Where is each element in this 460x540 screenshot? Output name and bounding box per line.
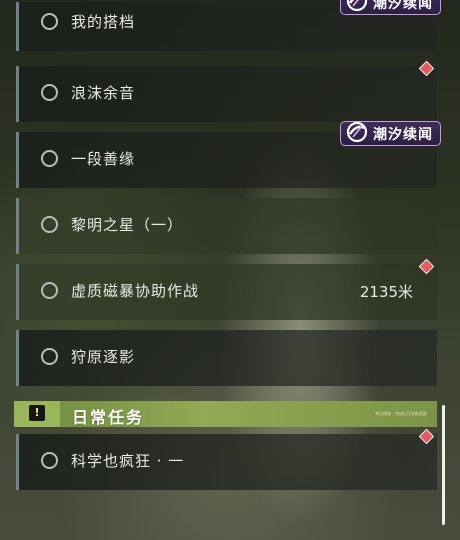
- circle-outline-icon: [41, 452, 58, 469]
- scrollbar-thumb[interactable]: [442, 405, 445, 525]
- quest-list-screen: 我的搭档 潮汐续闻 浪沫余音 一段善缘 潮汐续闻 黎明之星（一） 虚质磁暴协助作…: [0, 0, 460, 540]
- quest-title: 狩原逐影: [71, 348, 136, 366]
- quest-title: 虚质磁暴协助作战: [71, 282, 200, 300]
- circle-outline-icon: [41, 282, 58, 299]
- quest-item-storm-operation[interactable]: 虚质磁暴协助作战 2135米: [16, 264, 437, 320]
- event-badge-label: 潮汐续闻: [373, 0, 433, 12]
- quest-title: 科学也疯狂 · 一: [71, 452, 185, 470]
- tide-event-icon: [346, 0, 368, 11]
- section-icon-bg: !: [14, 401, 60, 427]
- exclamation-icon: !: [29, 405, 45, 421]
- quest-item-foam-echo[interactable]: 浪沫余音: [16, 66, 437, 122]
- section-note: 每日刷新 · 完成后可领取奖励: [375, 411, 427, 416]
- event-badge-top: 潮汐续闻: [340, 0, 441, 15]
- circle-outline-icon: [41, 348, 58, 365]
- event-badge-label: 潮汐续闻: [373, 126, 433, 143]
- quest-item-dawn-star[interactable]: 黎明之星（一）: [16, 198, 437, 254]
- quest-title: 我的搭档: [71, 13, 136, 31]
- circle-outline-icon: [41, 150, 58, 167]
- quest-title: 一段善缘: [71, 150, 136, 168]
- tide-event-icon: [346, 121, 368, 142]
- quest-distance: 2135米: [359, 283, 413, 301]
- section-title: 日常任务: [72, 408, 145, 427]
- quest-title: 黎明之星（一）: [71, 216, 184, 234]
- quest-item-hunting-shadow[interactable]: 狩原逐影: [16, 330, 437, 386]
- quest-title: 浪沫余音: [71, 84, 136, 102]
- daily-section-header[interactable]: ! 日常任务 每日刷新 · 完成后可领取奖励: [14, 401, 437, 427]
- circle-outline-icon: [41, 216, 58, 233]
- circle-outline-icon: [41, 84, 58, 101]
- circle-outline-icon: [41, 13, 58, 30]
- daily-quest-item-science[interactable]: 科学也疯狂 · 一: [16, 434, 437, 490]
- event-badge: 潮汐续闻: [340, 121, 441, 146]
